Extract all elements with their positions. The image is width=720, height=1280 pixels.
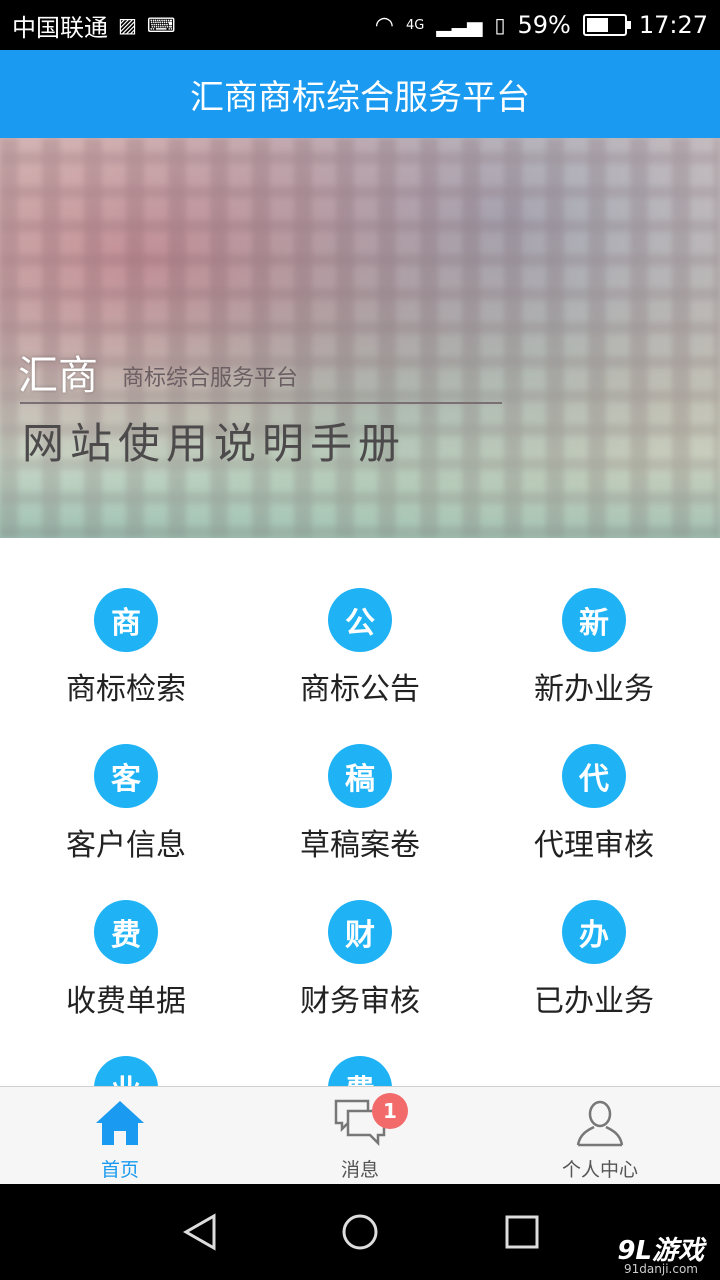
drafts-icon: 稿 (328, 744, 392, 808)
tab-profile[interactable]: 个人中心 (480, 1087, 720, 1185)
banner-brand: 汇商 (18, 353, 98, 399)
sim-icon: ▯ (494, 13, 506, 37)
menu-item-label: 客户信息 (66, 828, 186, 863)
agent-review-icon: 代 (562, 744, 626, 808)
menu-item-label: 新办业务 (534, 672, 654, 707)
image-icon: ▨ (118, 13, 137, 37)
menu-item-finance-review[interactable]: 财 财务审核 (240, 900, 480, 1056)
menu-item-agent-review[interactable]: 代 代理审核 (474, 744, 714, 900)
person-icon (574, 1097, 626, 1149)
menu-item-business[interactable]: 业 (6, 1056, 246, 1086)
network-type: 4G (405, 17, 425, 33)
keyboard-icon: ⌨ (146, 13, 176, 37)
finance-review-icon: 财 (328, 900, 392, 964)
menu-item-drafts[interactable]: 稿 草稿案卷 (240, 744, 480, 900)
trademark-announcement-icon: 公 (328, 588, 392, 652)
tab-label: 个人中心 (561, 1159, 638, 1181)
back-icon[interactable] (180, 1212, 220, 1252)
menu-item-label: 财务审核 (300, 984, 420, 1019)
status-bar: 中国联通 ▨ ⌨ ◠ 4G ▂▃▅ ▯ 59% 17:27 (0, 0, 720, 50)
tab-messages[interactable]: 1 消息 (240, 1087, 480, 1185)
home-icon (94, 1097, 146, 1149)
chat-icon: 1 (334, 1093, 408, 1149)
menu-item-label: 商标检索 (66, 672, 186, 707)
completed-business-icon: 办 (562, 900, 626, 964)
trademark-search-icon: 商 (94, 588, 158, 652)
tab-label: 消息 (340, 1159, 379, 1181)
tab-label: 首页 (100, 1159, 139, 1181)
app-title-bar: 汇商商标综合服务平台 (0, 50, 720, 138)
receipts-icon: 费 (94, 900, 158, 964)
banner-background (0, 138, 720, 538)
menu-item-fees[interactable]: 费 (240, 1056, 480, 1086)
recent-apps-icon[interactable] (502, 1212, 542, 1252)
watermark-url: 91danji.com (624, 1262, 698, 1276)
system-navigation-bar (0, 1184, 720, 1280)
menu-item-new-business[interactable]: 新 新办业务 (474, 588, 714, 744)
home-button-icon[interactable] (340, 1212, 380, 1252)
banner-headline: 网站使用说明手册 (22, 419, 407, 468)
tab-home[interactable]: 首页 (0, 1087, 240, 1185)
menu-item-label: 已办业务 (534, 984, 654, 1019)
menu-item-customer-info[interactable]: 客 客户信息 (6, 744, 246, 900)
menu-item-completed-business[interactable]: 办 已办业务 (474, 900, 714, 1056)
bottom-tab-bar: 首页 1 消息 个人中心 (0, 1086, 720, 1184)
business-icon: 业 (94, 1056, 158, 1086)
signal-icon: ▂▃▅ (436, 13, 483, 37)
menu-item-label: 代理审核 (534, 828, 654, 863)
menu-item-receipts[interactable]: 费 收费单据 (6, 900, 246, 1056)
unread-badge: 1 (372, 1093, 408, 1129)
banner-image[interactable]: 汇商 商标综合服务平台 网站使用说明手册 (0, 138, 720, 538)
fees-icon: 费 (328, 1056, 392, 1086)
customer-info-icon: 客 (94, 744, 158, 808)
banner-divider (20, 402, 502, 404)
wifi-icon: ◠ (374, 12, 394, 38)
menu-item-label: 收费单据 (66, 984, 186, 1019)
clock: 17:27 (638, 11, 708, 39)
battery-percent: 59% (517, 11, 571, 39)
function-grid: 商 商标检索 公 商标公告 新 新办业务 客 客户信息 稿 草稿案卷 代 代理审… (0, 538, 720, 1086)
menu-item-trademark-search[interactable]: 商 商标检索 (6, 588, 246, 744)
menu-item-label: 草稿案卷 (300, 828, 420, 863)
banner-brand-subtitle: 商标综合服务平台 (122, 366, 299, 391)
menu-item-label: 商标公告 (300, 672, 420, 707)
menu-item-trademark-announcement[interactable]: 公 商标公告 (240, 588, 480, 744)
battery-icon (582, 14, 631, 36)
new-business-icon: 新 (562, 588, 626, 652)
carrier-name: 中国联通 (12, 13, 108, 42)
page-title: 汇商商标综合服务平台 (190, 77, 530, 118)
